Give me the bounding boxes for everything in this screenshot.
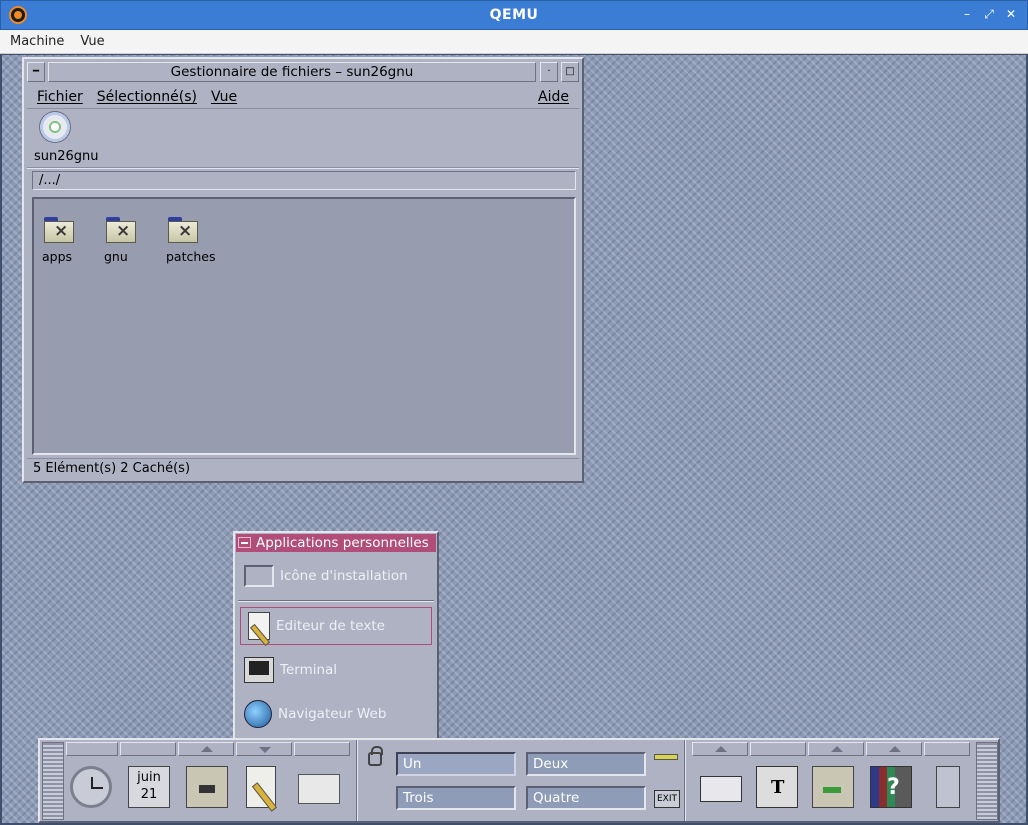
panel-handle-left[interactable] — [42, 742, 64, 820]
subpanel-tab[interactable] — [120, 742, 176, 756]
item-label: Terminal — [280, 662, 338, 678]
front-panel: juin 21 Un Deux Trois Quatre EXIT — [38, 738, 1000, 823]
host-label: sun26gnu — [34, 149, 99, 164]
style-manager-icon[interactable] — [756, 766, 798, 808]
install-drop-icon — [244, 565, 274, 587]
divider — [27, 167, 579, 169]
host-entry[interactable]: sun26gnu — [34, 111, 114, 164]
divider — [238, 600, 434, 602]
subpanel-tab[interactable] — [924, 742, 970, 756]
folder-icon — [106, 217, 136, 243]
subpanel-tab[interactable] — [236, 742, 292, 756]
item-label: Icône d'installation — [280, 568, 408, 584]
subpanel-up-arrow-icon — [201, 746, 213, 752]
close-button[interactable]: ✕ — [1003, 6, 1019, 22]
printer-icon[interactable] — [700, 776, 742, 802]
subpanel-tab[interactable] — [66, 742, 118, 756]
subpanel-up-arrow-icon — [831, 746, 843, 752]
cde-desktop: ━ Gestionnaire de fichiers – sun26gnu · … — [2, 55, 1026, 823]
workspace-un[interactable]: Un — [396, 752, 516, 776]
path-field[interactable]: /.../ — [32, 171, 576, 190]
terminal-icon — [244, 657, 274, 683]
lock-screen-icon[interactable] — [368, 746, 383, 766]
minimize-window-button[interactable]: · — [540, 62, 558, 82]
cdrom-icon — [39, 111, 71, 143]
file-view-area[interactable]: apps gnu patches — [32, 197, 576, 455]
web-browser-icon — [244, 700, 272, 728]
busy-indicator-icon — [654, 754, 678, 760]
application-manager-icon[interactable] — [812, 766, 854, 808]
folder-gnu[interactable]: gnu — [104, 217, 164, 264]
workspace-deux[interactable]: Deux — [526, 752, 646, 776]
trash-icon[interactable] — [936, 766, 960, 808]
folder-patches[interactable]: patches — [166, 217, 226, 264]
divider — [684, 740, 686, 821]
divider — [356, 740, 358, 821]
item-label: Editeur de texte — [276, 618, 385, 634]
folder-icon — [168, 217, 198, 243]
menu-machine[interactable]: Machine — [10, 34, 64, 49]
folder-label: gnu — [104, 249, 128, 264]
restore-button[interactable]: ⤢ — [981, 6, 997, 22]
folder-icon — [44, 217, 74, 243]
subpanel-up-arrow-icon — [715, 746, 727, 752]
maximize-window-button[interactable]: □ — [561, 62, 579, 82]
subpanel-up-arrow-icon — [889, 746, 901, 752]
calendar-icon[interactable]: juin 21 — [128, 766, 170, 808]
help-manager-icon[interactable] — [870, 766, 912, 808]
exit-button[interactable]: EXIT — [654, 790, 680, 808]
menu-selected[interactable]: Sélectionné(s) — [97, 89, 197, 105]
mail-icon[interactable] — [298, 774, 340, 804]
calendar-day: 21 — [140, 787, 158, 802]
web-browser-item[interactable]: Navigateur Web — [240, 695, 432, 733]
subpanel-title[interactable]: Applications personnelles — [236, 534, 436, 552]
subpanel-down-arrow-icon — [259, 747, 271, 753]
clock-icon[interactable] — [70, 766, 112, 808]
item-label: Navigateur Web — [278, 706, 387, 722]
file-manager-drawer-icon[interactable] — [186, 766, 228, 808]
install-icon-item[interactable]: Icône d'installation — [240, 557, 432, 595]
text-editor-item[interactable]: Editeur de texte — [240, 607, 432, 645]
window-title: QEMU — [489, 7, 539, 23]
menu-view[interactable]: Vue — [211, 89, 237, 105]
close-subpanel-icon[interactable] — [238, 537, 251, 548]
file-manager-title[interactable]: Gestionnaire de fichiers – sun26gnu — [48, 62, 536, 82]
subpanel-tab[interactable] — [750, 742, 806, 756]
workspace-quatre[interactable]: Quatre — [526, 786, 646, 810]
menu-help[interactable]: Aide — [538, 89, 569, 105]
subpanel-tab[interactable] — [808, 742, 864, 756]
subpanel-tab[interactable] — [294, 742, 350, 756]
subpanel-tab[interactable] — [692, 742, 748, 756]
workspace-trois[interactable]: Trois — [396, 786, 516, 810]
subpanel-tab[interactable] — [178, 742, 234, 756]
minimize-button[interactable]: – — [959, 6, 975, 22]
qemu-menubar: Machine Vue — [0, 30, 1028, 54]
folder-apps[interactable]: apps — [42, 217, 102, 264]
window-controls: – ⤢ ✕ — [959, 6, 1019, 22]
menu-file[interactable]: Fichier — [37, 89, 83, 105]
file-manager-window: ━ Gestionnaire de fichiers – sun26gnu · … — [22, 57, 584, 483]
qemu-titlebar: QEMU – ⤢ ✕ — [0, 0, 1028, 30]
subpanel-title-text: Applications personnelles — [256, 535, 429, 551]
personal-apps-subpanel: Applications personnelles Icône d'instal… — [233, 531, 439, 743]
status-bar: 5 Elément(s) 2 Caché(s) — [27, 458, 579, 478]
text-editor-icon — [248, 612, 270, 640]
terminal-item[interactable]: Terminal — [240, 651, 432, 689]
subpanel-tab[interactable] — [866, 742, 922, 756]
file-manager-menubar: Fichier Sélectionné(s) Vue Aide — [27, 85, 579, 109]
text-editor-icon[interactable] — [246, 766, 276, 808]
calendar-month: juin — [137, 770, 161, 785]
folder-label: patches — [166, 249, 216, 264]
folder-label: apps — [42, 249, 73, 264]
panel-handle-right[interactable] — [976, 742, 998, 820]
window-menu-button[interactable]: ━ — [27, 62, 45, 82]
menu-view[interactable]: Vue — [80, 34, 104, 49]
